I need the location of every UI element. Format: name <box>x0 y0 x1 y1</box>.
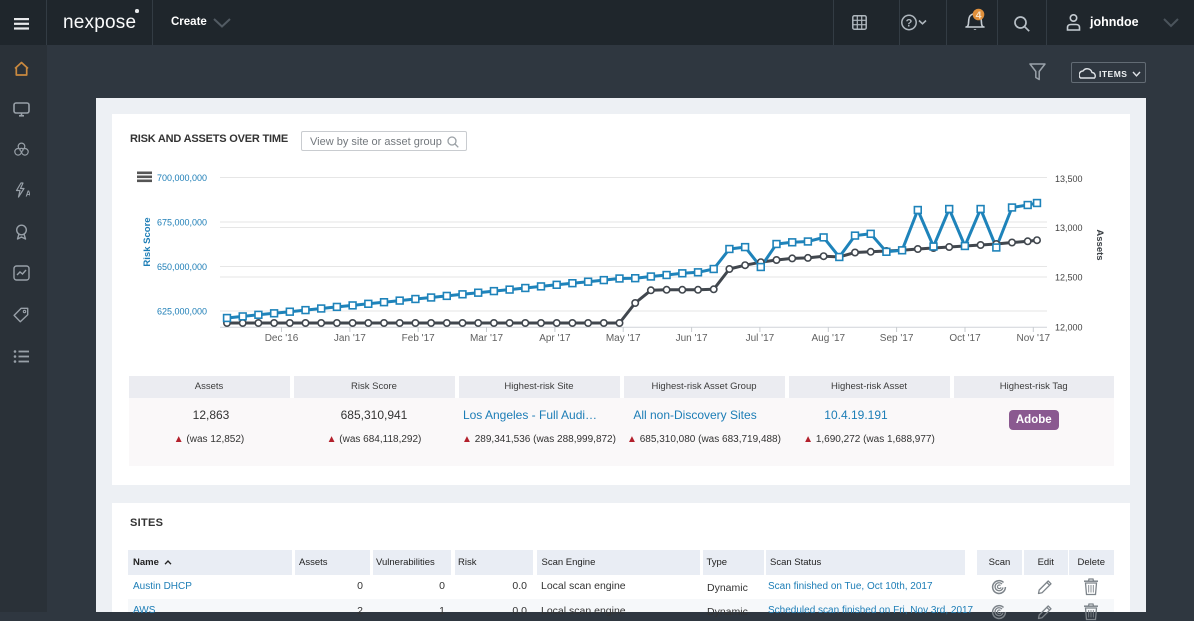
svg-text:675,000,000: 675,000,000 <box>157 218 207 228</box>
svg-text:625,000,000: 625,000,000 <box>157 307 207 317</box>
svg-text:12,000: 12,000 <box>1055 323 1083 333</box>
svg-text:700,000,000: 700,000,000 <box>157 173 207 183</box>
svg-text:Dec '16: Dec '16 <box>265 333 299 344</box>
svg-text:A: A <box>26 190 31 199</box>
svg-text:12,500: 12,500 <box>1055 273 1083 283</box>
svg-text:650,000,000: 650,000,000 <box>157 262 207 272</box>
svg-text:13,000: 13,000 <box>1055 223 1083 233</box>
svg-text:13,500: 13,500 <box>1055 174 1083 184</box>
svg-text:Aug '17: Aug '17 <box>811 333 845 344</box>
svg-text:May '17: May '17 <box>606 333 641 344</box>
svg-text:Sep '17: Sep '17 <box>880 333 914 344</box>
svg-text:Mar '17: Mar '17 <box>470 333 503 344</box>
svg-text:Jan '17: Jan '17 <box>334 333 366 344</box>
svg-text:Assets: Assets <box>1094 229 1105 260</box>
svg-text:Jun '17: Jun '17 <box>676 333 708 344</box>
svg-text:?: ? <box>906 18 913 30</box>
svg-text:Oct '17: Oct '17 <box>949 333 981 344</box>
svg-text:4: 4 <box>976 9 982 21</box>
svg-text:Nov '17: Nov '17 <box>1017 333 1051 344</box>
svg-text:Apr '17: Apr '17 <box>539 333 571 344</box>
svg-text:Feb '17: Feb '17 <box>402 333 435 344</box>
svg-text:Jul '17: Jul '17 <box>746 333 775 344</box>
svg-text:Risk Score: Risk Score <box>142 217 153 266</box>
